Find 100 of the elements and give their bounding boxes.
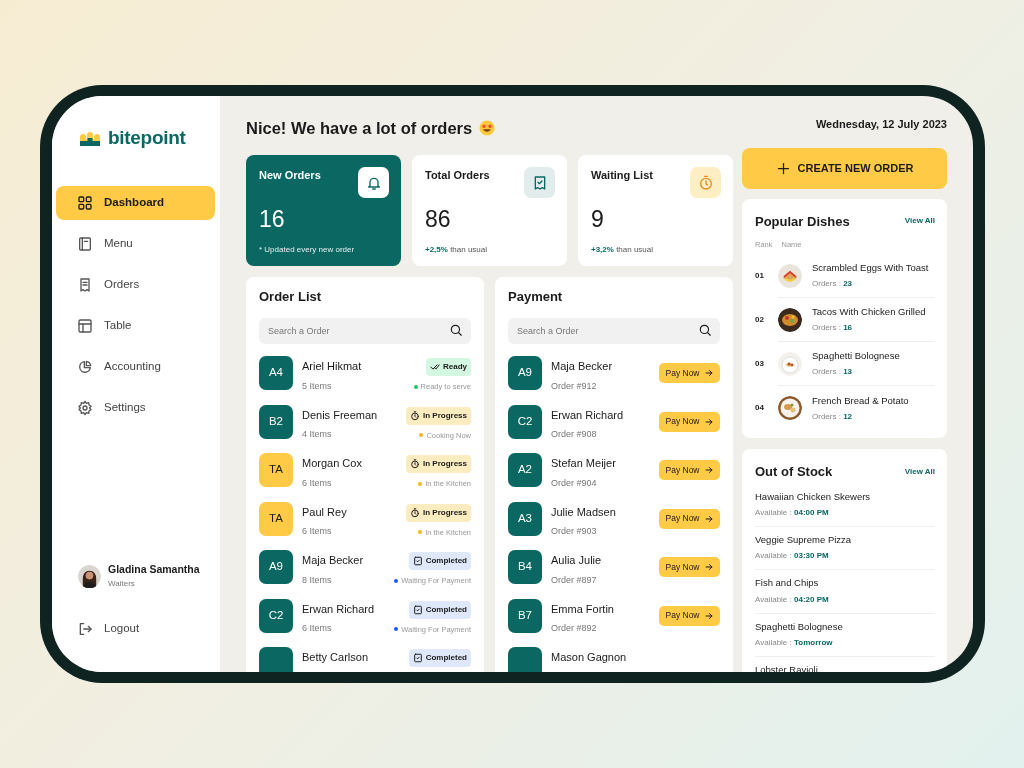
customer-name: Erwan Richard <box>551 407 624 423</box>
table-code-tile: C2 <box>259 598 293 633</box>
order-number: Order #903 <box>551 525 598 538</box>
customer-name: Morgan Cox <box>302 456 362 471</box>
search-field[interactable]: Search a Order <box>259 318 471 344</box>
book-icon <box>77 235 93 252</box>
customer-name: Paul Rey <box>302 504 347 520</box>
create-order-button[interactable]: CREATE NEW ORDER <box>742 147 947 189</box>
customer-name: Maja Becker <box>551 359 613 374</box>
arrow-right-icon <box>703 562 714 572</box>
customer-name: Erwan Richard <box>302 601 375 617</box>
logout-button[interactable]: Logout <box>56 612 215 646</box>
stat-value: 16 <box>259 204 286 234</box>
timer-icon <box>697 174 714 191</box>
item-count: 6 Items <box>302 525 333 538</box>
stat-value: 9 <box>591 204 605 234</box>
stat-title: New Orders <box>259 168 321 183</box>
order-number: Order #892 <box>551 622 598 635</box>
status-badge: In Progress <box>406 406 471 425</box>
table-code-tile: B4 <box>508 550 542 584</box>
pay-now-button[interactable]: Pay Now <box>659 411 720 432</box>
table-code-tile: A2 <box>508 453 542 487</box>
user-role: Waiters <box>108 578 136 590</box>
order-count: Orders : 16 <box>812 322 854 335</box>
nav-item[interactable]: Table <box>56 308 215 343</box>
stopwatch-icon <box>410 459 420 469</box>
dish-name: Tacos With Chicken Grilled <box>812 305 926 320</box>
panel-title: Order List <box>259 289 323 305</box>
status-badge: Completed <box>408 600 471 619</box>
item-count: 4 Items <box>302 428 333 441</box>
order-count: Orders : 23 <box>812 278 854 291</box>
nav-item[interactable]: Orders <box>56 267 215 302</box>
order-number: Order #912 <box>551 379 598 393</box>
status-badge: Ready <box>426 358 471 376</box>
search-field[interactable]: Search a Order <box>508 318 720 344</box>
availability-time: Available : Tomorrow <box>755 636 834 649</box>
arrow-right-icon <box>703 513 714 524</box>
dish-name: Spaghetti Bolognese <box>755 619 844 634</box>
customer-name: Aulia Julie <box>551 553 602 568</box>
nav-item[interactable]: Accounting <box>56 349 215 384</box>
rank-number: 04 <box>755 402 765 415</box>
card-title: Popular Dishes <box>755 212 850 231</box>
dish-name: Veggie Supreme Pizza <box>755 533 853 547</box>
pay-now-button[interactable]: Pay Now <box>659 557 720 577</box>
date-text: Wednesday, 12 July 2023 <box>815 117 947 132</box>
card-title: Out of Stock <box>755 463 833 482</box>
emoji-icon <box>478 119 497 137</box>
pie-chart-icon <box>77 358 93 375</box>
nav-item[interactable]: Menu <box>56 226 215 261</box>
check-square-icon <box>412 556 423 566</box>
customer-name: Maja Becker <box>302 553 364 568</box>
search-icon <box>449 323 463 337</box>
stat-value: 86 <box>425 204 452 234</box>
customer-name: Mason Gagnon <box>551 650 627 665</box>
order-count: Orders : 13 <box>812 366 854 379</box>
table-code-tile: B7 <box>508 598 542 633</box>
double-check-icon <box>430 362 440 372</box>
pay-now-button[interactable]: Pay Now <box>659 363 720 383</box>
arrow-right-icon <box>703 368 714 378</box>
grid-icon <box>77 194 93 211</box>
arrow-right-icon <box>703 416 714 427</box>
availability-time: Available : 03:30 PM <box>755 550 830 563</box>
pay-now-button[interactable]: Pay Now <box>659 460 720 480</box>
order-count: Orders : 12 <box>812 410 854 423</box>
order-number: Order #904 <box>551 476 598 490</box>
status-badge: In Progress <box>406 503 471 522</box>
customer-name: Ariel Hikmat <box>302 359 362 374</box>
availability-time: Available : 04:20 PM <box>755 593 830 606</box>
pay-now-button[interactable]: Pay Now <box>659 508 720 529</box>
table-code-tile: TA <box>259 501 293 536</box>
status-badge: Completed <box>408 649 471 667</box>
stopwatch-icon <box>410 507 420 518</box>
view-all-link[interactable]: View All <box>904 466 935 478</box>
table-code-tile: C2 <box>508 404 542 439</box>
nav-item[interactable]: Settings <box>56 390 215 425</box>
item-count: 6 Items <box>302 476 333 490</box>
stat-note: +2,5% than usual <box>425 244 489 256</box>
stat-title: Total Orders <box>425 168 490 183</box>
view-all-link[interactable]: View All <box>904 215 935 228</box>
arrow-right-icon <box>703 465 714 475</box>
dish-name: Fish and Chips <box>755 576 820 591</box>
item-count: 8 Items <box>302 573 333 587</box>
arrow-right-icon <box>703 610 714 621</box>
logo-text: bitepoint <box>108 126 186 150</box>
table-code-tile: A9 <box>508 356 542 390</box>
nav-item[interactable]: Dashboard <box>56 185 215 220</box>
plus-icon <box>775 160 791 176</box>
stat-note: * Updated every new order <box>259 244 356 256</box>
rank-number: 01 <box>755 270 765 283</box>
item-count: 5 Items <box>302 379 333 393</box>
pay-now-button[interactable]: Pay Now <box>659 605 720 626</box>
search-icon <box>698 323 712 337</box>
order-number: Order #897 <box>551 573 598 587</box>
check-square-icon <box>412 653 423 663</box>
stat-note: +3,2% than usual <box>591 244 655 256</box>
table-code-tile: TA <box>259 453 293 487</box>
customer-name: Stefan Meijer <box>551 456 616 471</box>
panel-title: Payment <box>508 289 564 305</box>
check-square-icon <box>412 604 423 615</box>
user-name: Gladina Samantha <box>108 562 200 578</box>
